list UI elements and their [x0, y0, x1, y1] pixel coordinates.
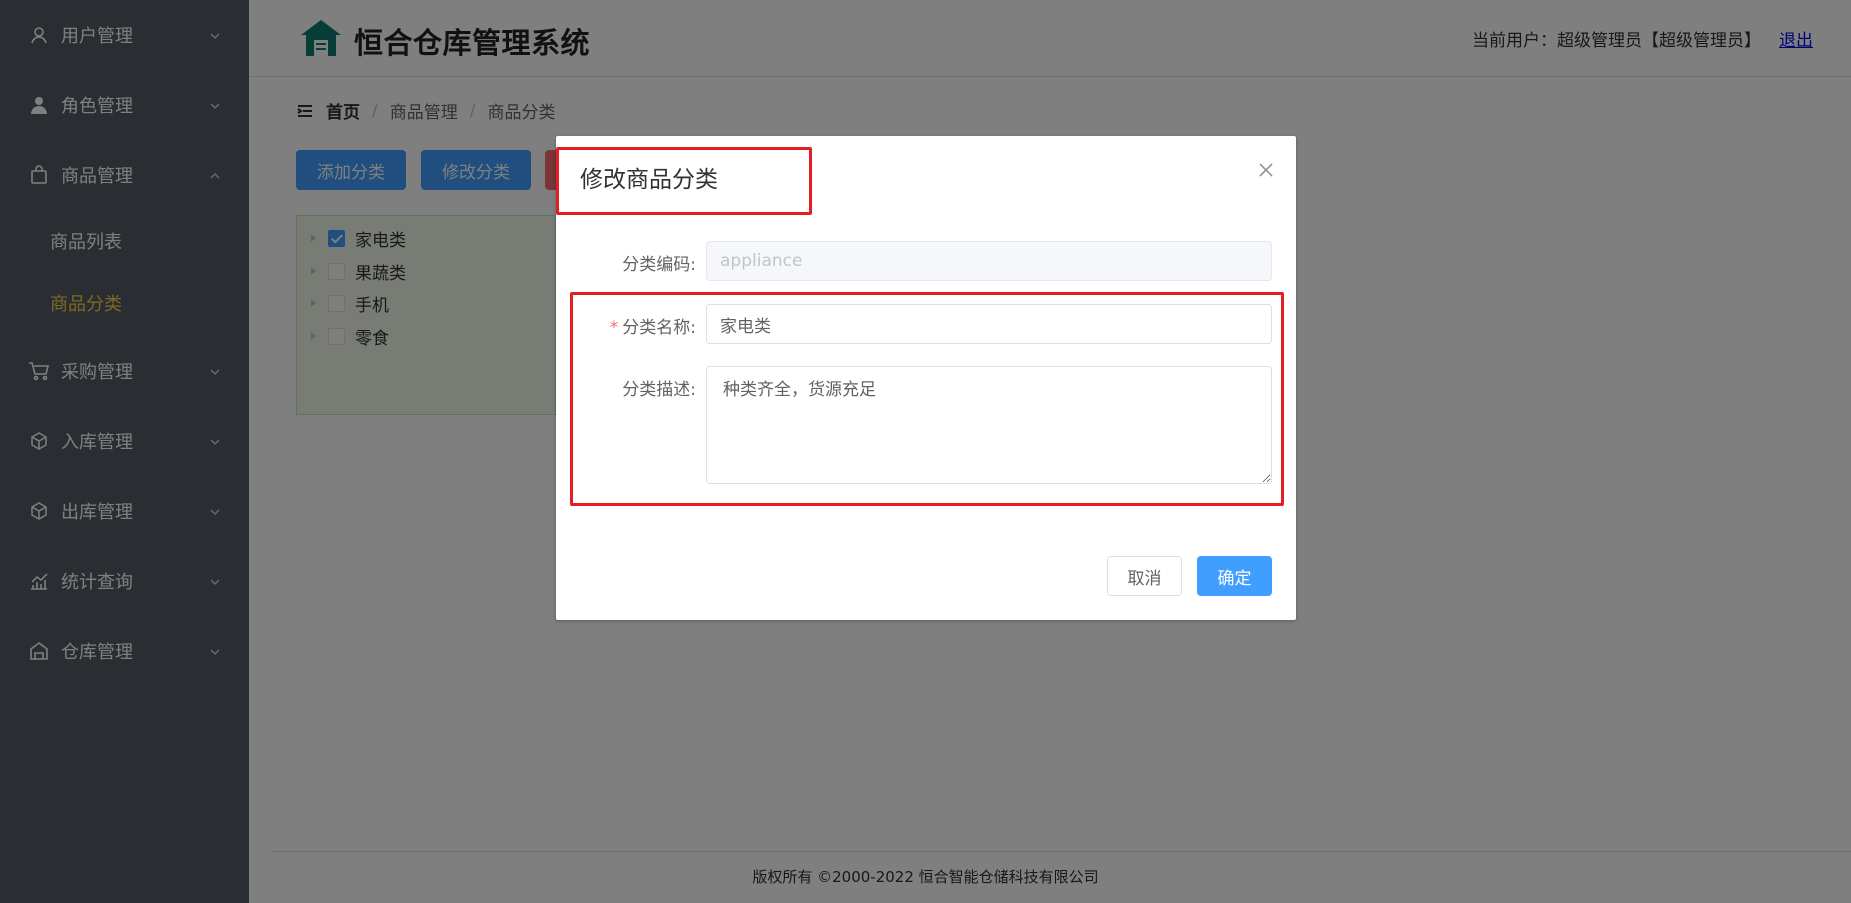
edit-category-dialog: 修改商品分类 分类编码: *分类名称: 分类描述: 种类齐全，货源充足 取消 确…: [556, 136, 1296, 620]
confirm-button[interactable]: 确定: [1197, 556, 1272, 596]
category-code-label: 分类编码:: [622, 255, 696, 275]
category-code-input: [706, 241, 1272, 281]
close-icon[interactable]: [1258, 162, 1274, 178]
dialog-title: 修改商品分类: [580, 167, 718, 193]
required-mark: *: [609, 318, 619, 338]
category-desc-label: 分类描述:: [622, 380, 696, 400]
cancel-button[interactable]: 取消: [1107, 556, 1182, 596]
category-desc-textarea[interactable]: 种类齐全，货源充足: [706, 366, 1272, 484]
category-name-label: * 分类名称:: [610, 313, 696, 338]
category-name-label-text: 分类名称:: [622, 318, 696, 338]
category-name-input[interactable]: [706, 304, 1272, 344]
